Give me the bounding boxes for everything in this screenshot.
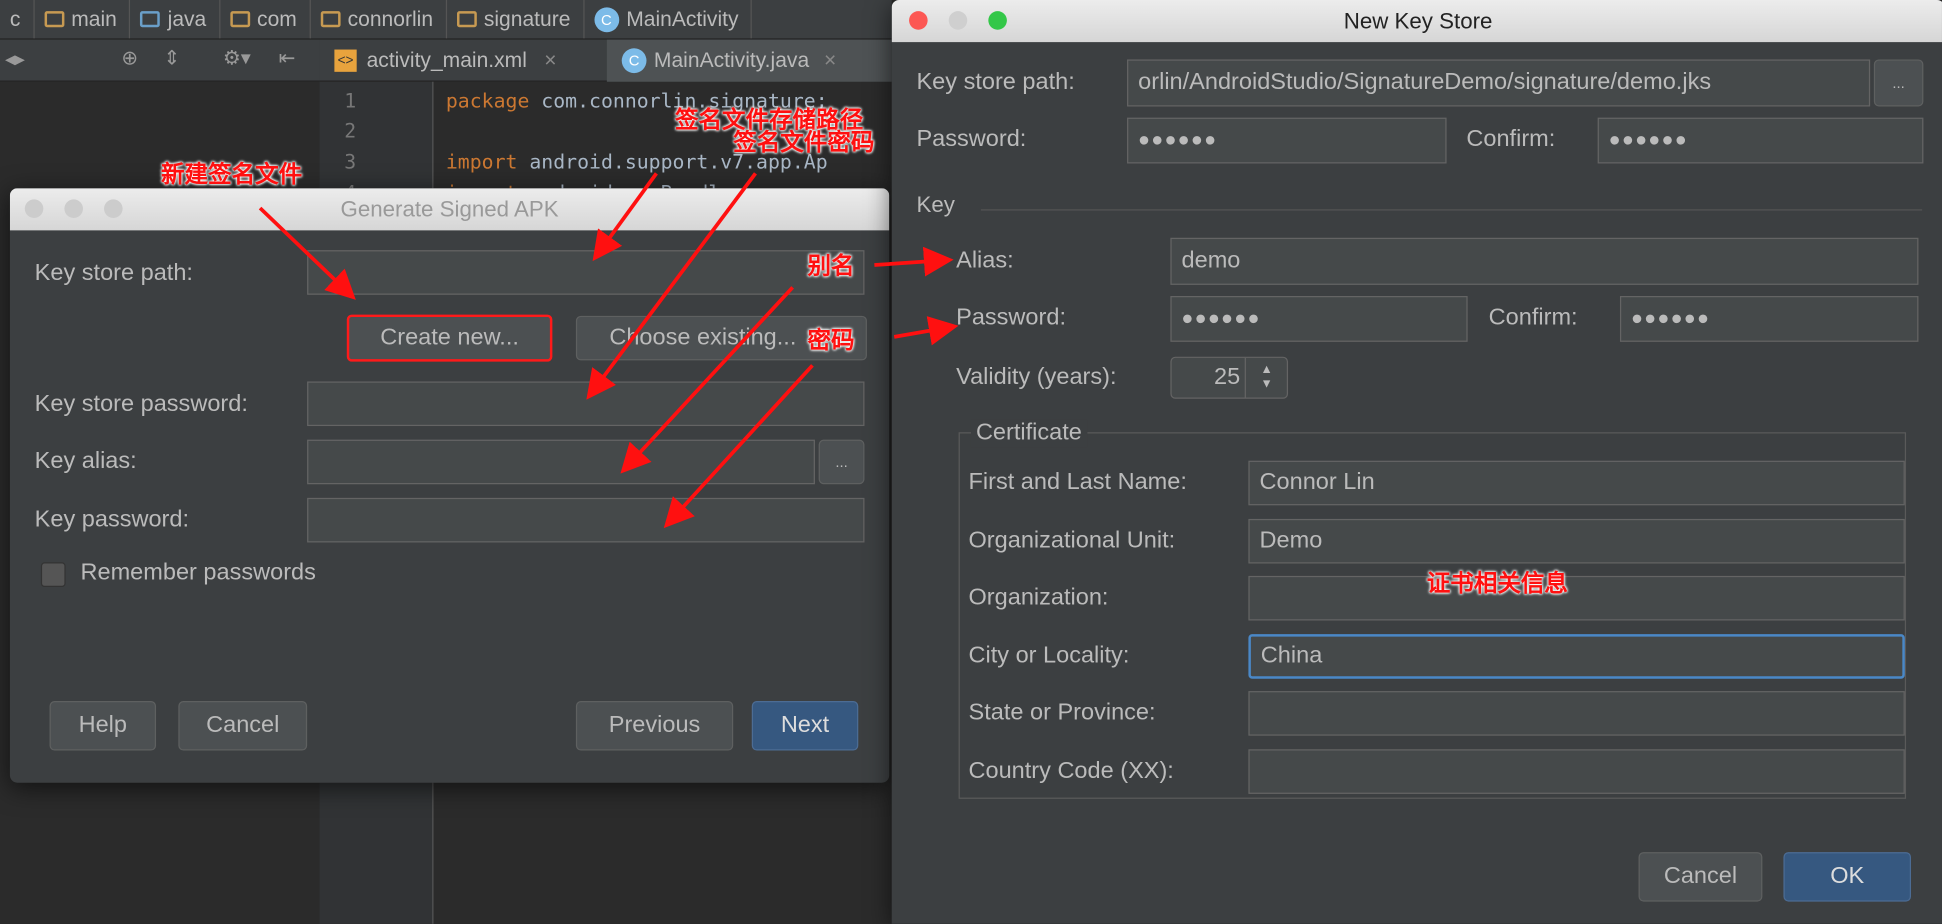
annotation-password: 密码 — [807, 328, 855, 355]
arrow-create-new — [258, 206, 356, 300]
annotation-keystore-password: 签名文件密码 — [733, 130, 875, 157]
arrow-keystore-path — [592, 172, 658, 262]
annotation-alias: 别名 — [807, 253, 855, 280]
arrow-key-password — [663, 364, 814, 529]
screen: c main java com connorlin signature C Mai… — [0, 0, 1942, 924]
arrow-password — [893, 316, 959, 346]
arrow-keystore-password — [586, 172, 757, 400]
arrow-alias — [874, 246, 954, 277]
annotation-arrows — [258, 172, 959, 529]
annotation-certificate-info: 证书相关信息 — [1426, 570, 1568, 597]
annotation-create-new: 新建签名文件 — [161, 162, 303, 189]
